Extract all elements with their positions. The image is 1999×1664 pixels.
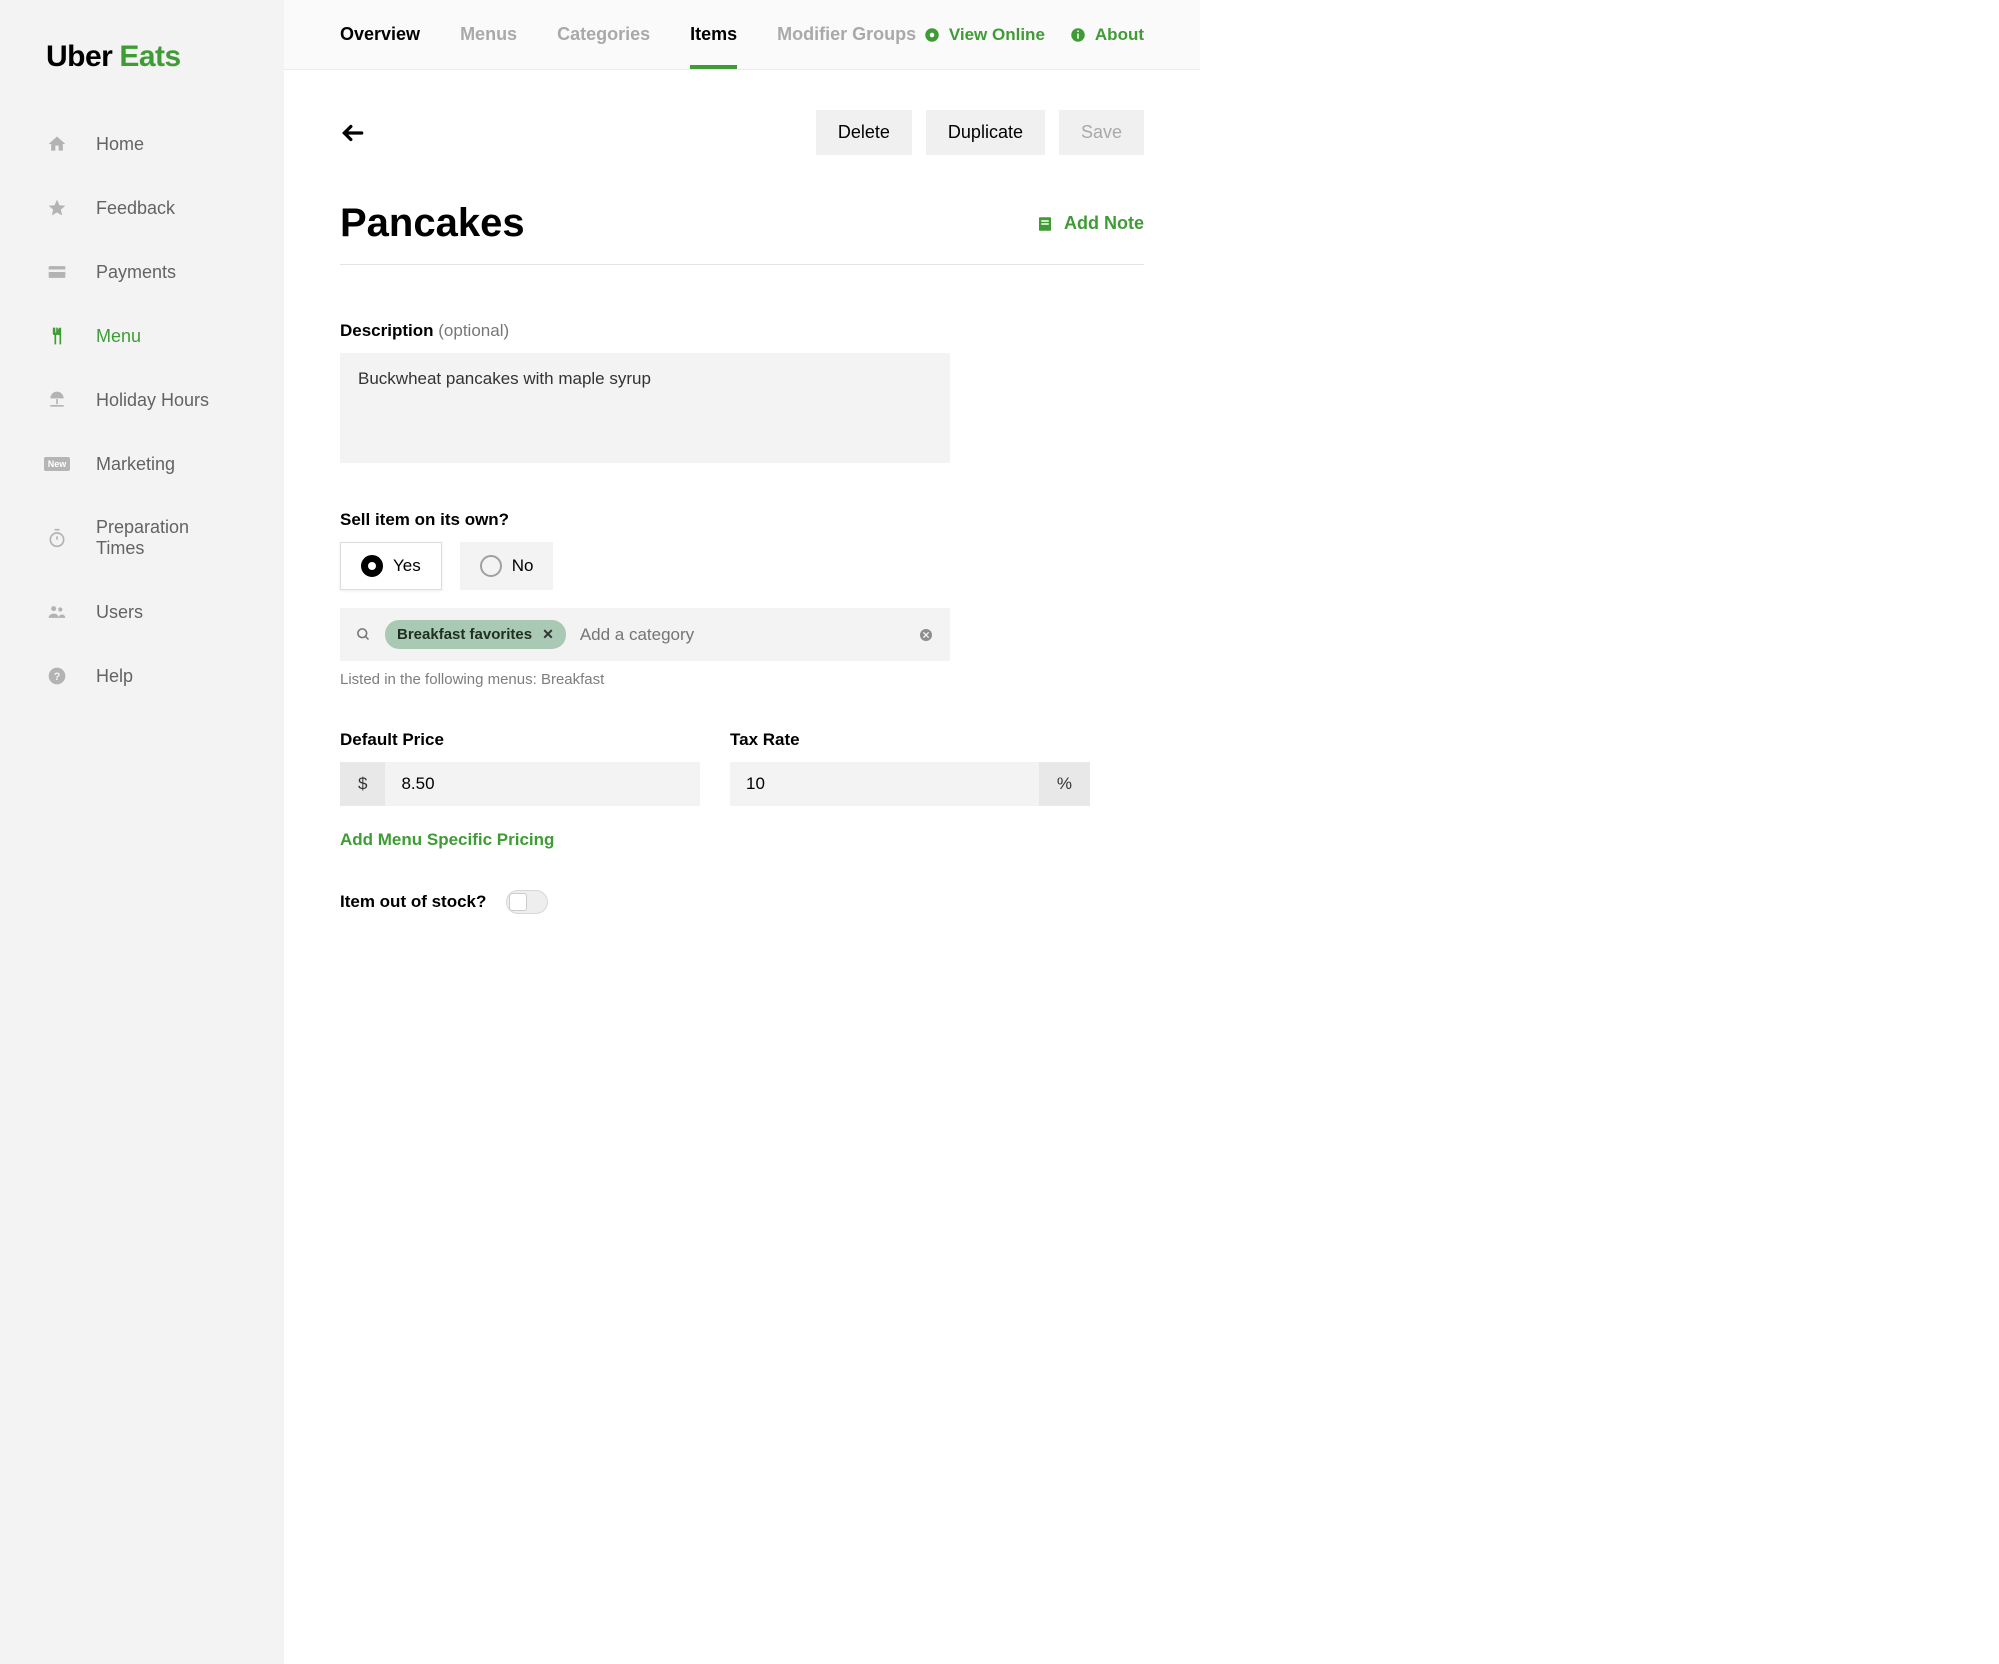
sell-no-radio[interactable]: No xyxy=(460,542,554,590)
home-icon xyxy=(46,133,68,155)
stock-toggle[interactable] xyxy=(506,890,548,914)
sidebar-item-holiday-hours[interactable]: Holiday Hours xyxy=(0,368,284,432)
sidebar-label: Preparation Times xyxy=(96,517,238,559)
sell-no-label: No xyxy=(512,556,534,576)
main: Overview Menus Categories Items Modifier… xyxy=(284,0,1200,1664)
header-row: Delete Duplicate Save xyxy=(340,110,1144,155)
radio-icon xyxy=(361,555,383,577)
tab-items[interactable]: Items xyxy=(690,0,737,69)
menu-specific-pricing-link[interactable]: Add Menu Specific Pricing xyxy=(340,830,554,850)
new-badge: New xyxy=(44,457,71,471)
currency-prefix: $ xyxy=(340,762,385,806)
category-input[interactable] xyxy=(580,625,904,645)
action-buttons: Delete Duplicate Save xyxy=(816,110,1144,155)
sidebar-item-payments[interactable]: Payments xyxy=(0,240,284,304)
sidebar-item-marketing[interactable]: New Marketing xyxy=(0,432,284,496)
add-note-label: Add Note xyxy=(1064,213,1144,234)
title-row: Pancakes Add Note xyxy=(340,201,1144,265)
sidebar-label: Holiday Hours xyxy=(96,390,209,411)
duplicate-button[interactable]: Duplicate xyxy=(926,110,1045,155)
description-optional: (optional) xyxy=(438,321,509,340)
sidebar-label: Payments xyxy=(96,262,176,283)
sell-label: Sell item on its own? xyxy=(340,510,950,530)
sidebar-item-menu[interactable]: Menu xyxy=(0,304,284,368)
star-icon xyxy=(46,197,68,219)
users-icon xyxy=(46,601,68,623)
tax-input-group: % xyxy=(730,762,1090,806)
logo: Uber Eats xyxy=(0,40,284,112)
sidebar-label: Users xyxy=(96,602,143,623)
description-label-text: Description xyxy=(340,321,434,340)
percent-suffix: % xyxy=(1039,762,1090,806)
sidebar-label: Help xyxy=(96,666,133,687)
item-title: Pancakes xyxy=(340,201,525,246)
price-column: Default Price $ xyxy=(340,730,700,806)
sidebar-item-users[interactable]: Users xyxy=(0,580,284,644)
stock-row: Item out of stock? xyxy=(340,890,1144,914)
tax-input[interactable] xyxy=(730,762,1039,806)
price-label: Default Price xyxy=(340,730,700,750)
search-icon xyxy=(356,627,371,642)
new-badge-icon: New xyxy=(46,453,68,475)
svg-text:?: ? xyxy=(54,671,61,683)
utensils-icon xyxy=(46,325,68,347)
sidebar-label: Menu xyxy=(96,326,141,347)
sidebar-label: Home xyxy=(96,134,144,155)
add-note-button[interactable]: Add Note xyxy=(1036,213,1144,234)
nav-list: Home Feedback Payments Menu Holiday Hour… xyxy=(0,112,284,708)
category-input-box: Breakfast favorites ✕ xyxy=(340,608,950,661)
radio-icon xyxy=(480,555,502,577)
content: Delete Duplicate Save Pancakes Add Note … xyxy=(284,70,1200,954)
category-chip: Breakfast favorites ✕ xyxy=(385,620,566,649)
description-input[interactable] xyxy=(340,353,950,463)
description-section: Description (optional) xyxy=(340,321,950,468)
price-row: Default Price $ Tax Rate % xyxy=(340,730,1144,806)
save-button[interactable]: Save xyxy=(1059,110,1144,155)
sidebar: Uber Eats Home Feedback Payments Menu xyxy=(0,0,284,1664)
logo-part-eats: Eats xyxy=(119,40,180,74)
category-chip-label: Breakfast favorites xyxy=(397,626,532,643)
clear-icon[interactable] xyxy=(918,627,934,643)
tab-categories[interactable]: Categories xyxy=(557,0,650,69)
about-link[interactable]: About xyxy=(1069,25,1144,45)
tax-column: Tax Rate % xyxy=(730,730,1090,806)
logo-part-uber: Uber xyxy=(46,40,112,74)
sidebar-item-preparation-times[interactable]: Preparation Times xyxy=(0,496,284,580)
view-online-label: View Online xyxy=(949,25,1045,45)
card-icon xyxy=(46,261,68,283)
sidebar-item-feedback[interactable]: Feedback xyxy=(0,176,284,240)
sidebar-label: Marketing xyxy=(96,454,175,475)
umbrella-icon xyxy=(46,389,68,411)
sell-yes-radio[interactable]: Yes xyxy=(340,542,442,590)
tabs: Overview Menus Categories Items Modifier… xyxy=(340,0,916,69)
sell-yes-label: Yes xyxy=(393,556,421,576)
listed-menus-text: Listed in the following menus: Breakfast xyxy=(340,671,950,688)
help-icon: ? xyxy=(46,665,68,687)
remove-chip-icon[interactable]: ✕ xyxy=(542,626,554,643)
tax-label: Tax Rate xyxy=(730,730,1090,750)
topbar: Overview Menus Categories Items Modifier… xyxy=(284,0,1200,70)
sell-radio-group: Yes No xyxy=(340,542,950,590)
toplinks: View Online About xyxy=(923,25,1144,45)
sidebar-item-help[interactable]: ? Help xyxy=(0,644,284,708)
sidebar-item-home[interactable]: Home xyxy=(0,112,284,176)
back-arrow-icon[interactable] xyxy=(340,120,366,146)
sidebar-label: Feedback xyxy=(96,198,175,219)
price-input[interactable] xyxy=(385,762,700,806)
sell-section: Sell item on its own? Yes No Breakfast f… xyxy=(340,510,950,688)
tab-modifier-groups[interactable]: Modifier Groups xyxy=(777,0,916,69)
stock-label: Item out of stock? xyxy=(340,892,486,912)
toggle-knob-icon xyxy=(509,893,527,911)
tab-overview[interactable]: Overview xyxy=(340,0,420,69)
about-label: About xyxy=(1095,25,1144,45)
note-icon xyxy=(1036,215,1054,233)
tab-menus[interactable]: Menus xyxy=(460,0,517,69)
price-input-group: $ xyxy=(340,762,700,806)
timer-icon xyxy=(46,527,68,549)
delete-button[interactable]: Delete xyxy=(816,110,912,155)
view-online-link[interactable]: View Online xyxy=(923,25,1045,45)
info-icon xyxy=(1069,26,1087,44)
description-label: Description (optional) xyxy=(340,321,950,341)
eye-icon xyxy=(923,26,941,44)
